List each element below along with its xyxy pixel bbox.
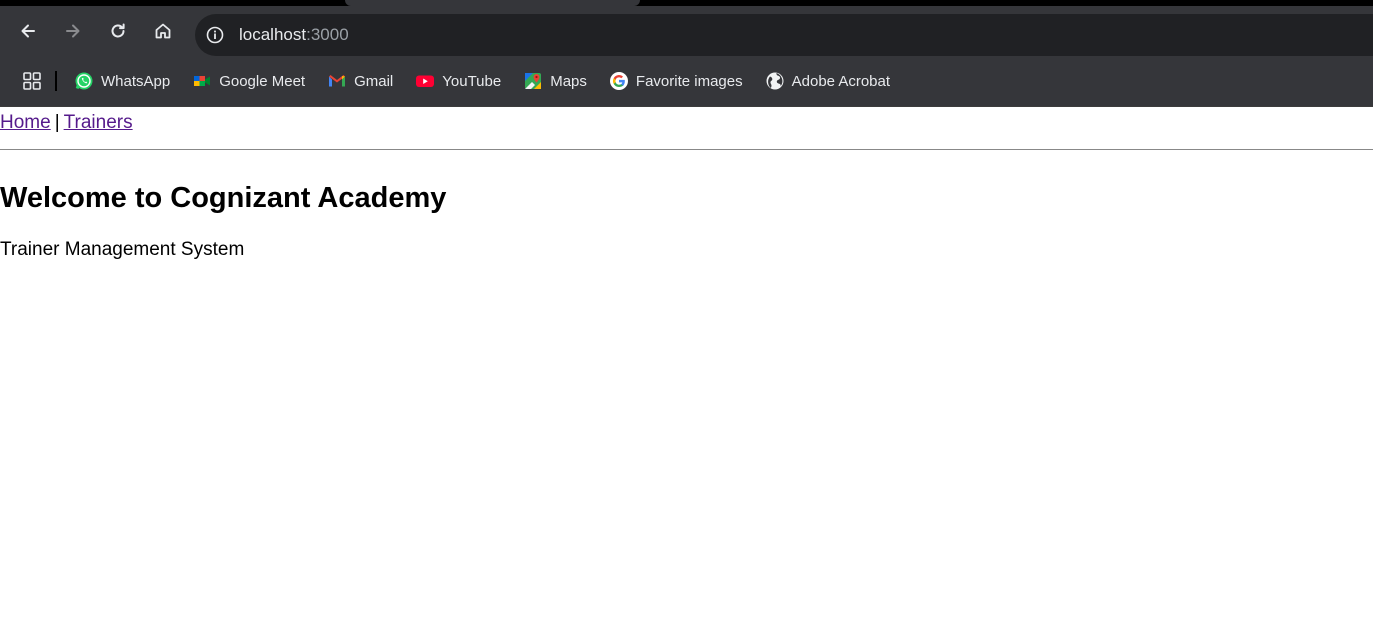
google-meet-icon — [192, 71, 212, 91]
bookmark-whatsapp[interactable]: WhatsApp — [74, 71, 170, 91]
reload-button[interactable] — [100, 13, 136, 49]
top-nav: Home | Trainers — [0, 107, 1373, 139]
bookmark-label: WhatsApp — [101, 72, 171, 90]
bookmark-label: Gmail — [354, 72, 394, 90]
bookmarks-bar: WhatsApp Google Meet Gmail YouTube Maps — [0, 56, 1373, 107]
url-text[interactable]: localhost:3000 — [239, 25, 349, 45]
browser-toolbar: localhost:3000 — [0, 6, 1373, 56]
reload-icon — [111, 23, 125, 38]
bookmark-label: Favorite images — [635, 72, 743, 90]
bookmark-label: Maps — [550, 72, 587, 90]
apps-grid-icon[interactable] — [21, 70, 43, 92]
bookmark-google-meet[interactable]: Google Meet — [192, 71, 305, 91]
bookmarks-divider — [55, 71, 57, 91]
url-port: :3000 — [306, 25, 349, 44]
whatsapp-icon — [74, 71, 94, 91]
back-arrow-icon — [21, 24, 35, 38]
page-subtitle: Trainer Management System — [0, 239, 245, 260]
page-title: Welcome to Cognizant Academy — [0, 182, 447, 214]
bookmark-favorite-images[interactable]: Favorite images — [609, 71, 743, 91]
forward-arrow-icon — [66, 24, 80, 38]
bookmark-label: YouTube — [442, 72, 502, 90]
globe-icon — [765, 71, 785, 91]
url-host: localhost — [239, 25, 307, 44]
bookmark-adobe-acrobat[interactable]: Adobe Acrobat — [765, 71, 890, 91]
google-icon — [609, 71, 629, 91]
bookmark-gmail[interactable]: Gmail — [327, 71, 393, 91]
nav-separator: | — [54, 112, 60, 133]
home-icon — [155, 23, 171, 39]
page-content: Home | Trainers Welcome to Cognizant Acade… — [0, 107, 1373, 261]
browser-chrome: localhost:3000 WhatsApp Google Meet Gmai… — [0, 6, 1373, 107]
back-button[interactable] — [10, 13, 46, 49]
horizontal-rule — [0, 149, 1373, 150]
bookmark-label: Adobe Acrobat — [791, 72, 891, 90]
bookmark-maps[interactable]: Maps — [523, 71, 587, 91]
home-button[interactable] — [145, 13, 181, 49]
bookmark-youtube[interactable]: YouTube — [415, 71, 501, 91]
nav-link-trainers[interactable]: Trainers — [64, 112, 133, 133]
forward-button[interactable] — [55, 13, 91, 49]
site-info-icon[interactable] — [204, 24, 226, 46]
youtube-icon — [415, 71, 435, 91]
gmail-icon — [327, 71, 347, 91]
nav-link-home[interactable]: Home — [0, 112, 51, 133]
address-bar[interactable]: localhost:3000 — [195, 14, 1373, 56]
bookmark-label: Google Meet — [219, 72, 306, 90]
maps-icon — [523, 71, 543, 91]
